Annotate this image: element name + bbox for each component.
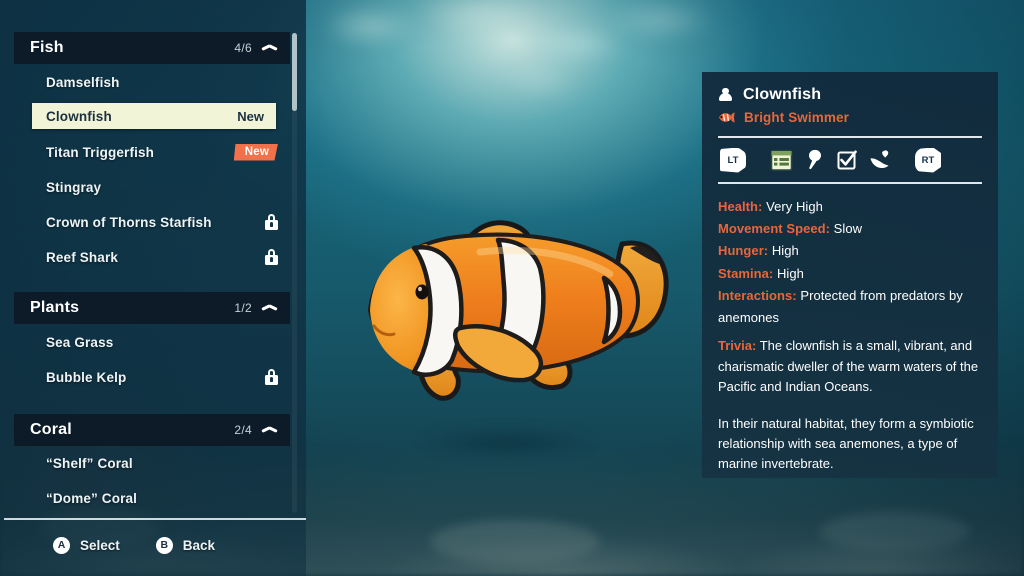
category-count: 2/4 bbox=[234, 423, 252, 437]
list-item-sea-grass[interactable]: Sea Grass bbox=[14, 328, 290, 356]
footer-divider bbox=[4, 518, 306, 520]
action-select-label[interactable]: Select bbox=[80, 538, 120, 553]
stat-health: Health: Very High bbox=[718, 196, 982, 218]
action-back-label[interactable]: Back bbox=[183, 538, 215, 553]
person-icon bbox=[718, 87, 733, 103]
chevron-up-icon[interactable] bbox=[262, 426, 277, 435]
entry-label: Bubble Kelp bbox=[46, 369, 127, 385]
detail-tab-bar: LT RT bbox=[718, 138, 982, 182]
category-header-coral[interactable]: Coral 2/4 bbox=[14, 414, 290, 446]
tab-tasks[interactable] bbox=[832, 146, 862, 174]
list-item-dome-coral[interactable]: “Dome” Coral bbox=[14, 484, 290, 512]
stat-movement-speed: Movement Speed: Slow bbox=[718, 218, 982, 240]
stat-key: Stamina: bbox=[718, 265, 774, 281]
list-item-crown-of-thorns-starfish[interactable]: Crown of Thorns Starfish bbox=[14, 208, 290, 236]
list-item-bubble-kelp[interactable]: Bubble Kelp bbox=[14, 363, 290, 391]
clownfish-icon bbox=[719, 112, 735, 123]
tab-care[interactable] bbox=[865, 146, 895, 174]
left-bumper-icon[interactable]: LT bbox=[720, 147, 746, 173]
list-item-reef-shark[interactable]: Reef Shark bbox=[14, 243, 290, 271]
clownfish-model bbox=[367, 220, 669, 401]
lock-icon bbox=[265, 369, 278, 385]
creature-model-viewport bbox=[330, 140, 710, 470]
encyclopedia-screen: Fish 4/6 Damselfish Clownfish New Titan … bbox=[0, 0, 1024, 576]
stat-value: Slow bbox=[833, 221, 863, 237]
button-a-icon[interactable]: A bbox=[53, 536, 70, 554]
tab-food[interactable] bbox=[799, 146, 829, 174]
status-badge-new: New bbox=[233, 143, 278, 161]
entry-label: “Dome” Coral bbox=[46, 490, 138, 506]
entry-label: Stingray bbox=[46, 179, 102, 195]
category-count: 4/6 bbox=[234, 41, 252, 55]
right-bumper-icon[interactable]: RT bbox=[915, 147, 941, 173]
stat-key: Hunger: bbox=[718, 243, 769, 259]
entry-new-label: New bbox=[237, 108, 264, 124]
category-title: Fish bbox=[30, 39, 64, 56]
lock-icon bbox=[265, 249, 278, 265]
category-list: Fish 4/6 Damselfish Clownfish New Titan … bbox=[0, 0, 306, 518]
trivia-block: Trivia: The clownfish is a small, vibran… bbox=[718, 336, 982, 474]
care-hand-heart-icon bbox=[870, 150, 889, 169]
stat-key: Interactions: bbox=[718, 287, 797, 303]
list-item-stingray[interactable]: Stingray bbox=[14, 173, 290, 201]
detail-header: Clownfish bbox=[718, 86, 982, 104]
category-count: 1/2 bbox=[234, 301, 252, 315]
entry-label: Damselfish bbox=[46, 74, 120, 90]
stat-value: High bbox=[776, 265, 804, 281]
button-b-icon[interactable]: B bbox=[155, 536, 173, 554]
stat-hunger: Hunger: High bbox=[718, 240, 982, 262]
stat-key: Health: bbox=[718, 199, 763, 214]
chevron-up-icon[interactable] bbox=[262, 304, 277, 313]
list-item-titan-triggerfish[interactable]: Titan Triggerfish New bbox=[14, 138, 290, 166]
list-item-damselfish[interactable]: Damselfish bbox=[14, 68, 290, 96]
creature-type-label: Bright Swimmer bbox=[744, 110, 849, 125]
food-drumstick-icon bbox=[808, 149, 821, 170]
task-checkbox-icon bbox=[837, 150, 857, 170]
footer-actions: A Select B Back bbox=[0, 530, 306, 560]
entry-label: Crown of Thorns Starfish bbox=[46, 214, 212, 230]
entry-label: “Shelf” Coral bbox=[46, 455, 133, 471]
tab-stats[interactable] bbox=[766, 146, 796, 174]
category-title: Coral bbox=[30, 421, 72, 438]
category-sidebar: Fish 4/6 Damselfish Clownfish New Titan … bbox=[0, 0, 306, 576]
trivia-text: The clownfish is a small, vibrant, and c… bbox=[718, 338, 979, 395]
stat-value: High bbox=[771, 243, 799, 259]
stat-key: Movement Speed: bbox=[718, 221, 830, 237]
category-header-plants[interactable]: Plants 1/2 bbox=[14, 292, 290, 324]
category-title: Plants bbox=[30, 299, 80, 316]
chevron-up-icon[interactable] bbox=[262, 44, 277, 53]
stats-list-icon bbox=[770, 149, 792, 171]
list-item-clownfish-selected[interactable]: Clownfish New bbox=[32, 103, 276, 129]
stat-value: Very High bbox=[766, 199, 823, 214]
detail-subtitle-row: Bright Swimmer bbox=[718, 110, 982, 125]
entry-label: Reef Shark bbox=[46, 249, 119, 265]
entry-label: Titan Triggerfish bbox=[46, 144, 155, 160]
trivia-paragraph-2: In their natural habitat, they form a sy… bbox=[718, 415, 974, 472]
stats-block: Health: Very High Movement Speed: Slow H… bbox=[718, 184, 982, 475]
creature-detail-panel: Clownfish Bright Swimmer LT RT Health: V… bbox=[702, 72, 998, 478]
entry-label: Sea Grass bbox=[46, 334, 114, 350]
page-title: Clownfish bbox=[743, 86, 822, 103]
category-header-fish[interactable]: Fish 4/6 bbox=[14, 32, 290, 64]
trivia-key: Trivia: bbox=[718, 338, 757, 354]
stat-interactions: Interactions: Protected from predators b… bbox=[718, 285, 982, 329]
list-item-shelf-coral[interactable]: “Shelf” Coral bbox=[14, 449, 290, 477]
lock-icon bbox=[265, 214, 278, 230]
sidebar-scrollbar-thumb[interactable] bbox=[292, 33, 297, 111]
entry-label: Clownfish bbox=[46, 108, 112, 124]
stat-stamina: Stamina: High bbox=[718, 263, 982, 285]
